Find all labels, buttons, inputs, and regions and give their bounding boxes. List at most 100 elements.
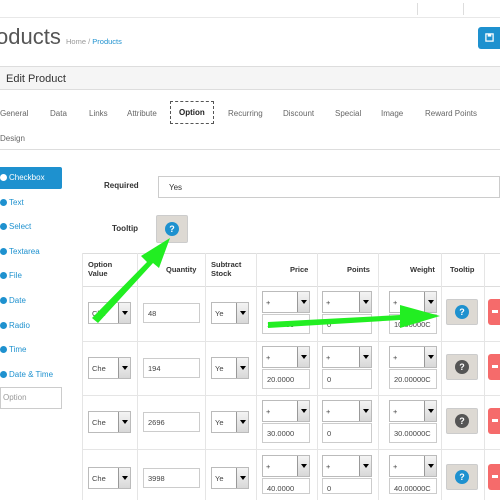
required-label: Required	[104, 181, 139, 190]
option-value-select[interactable]: Che	[88, 411, 131, 433]
row-divider	[82, 341, 500, 342]
minus-circle-icon[interactable]	[0, 322, 7, 329]
option-tab-select[interactable]: Select	[0, 216, 62, 238]
option-value-text: Che	[92, 474, 106, 483]
weight-input[interactable]: 20.00000C	[389, 369, 437, 389]
quantity-input[interactable]: 48	[143, 303, 200, 323]
header-option-value: Option Value	[88, 260, 113, 278]
tab-attribute[interactable]: Attribute	[127, 109, 157, 118]
tab-image[interactable]: Image	[381, 109, 403, 118]
question-circle-icon: ?	[455, 360, 469, 374]
points-input[interactable]: 0	[322, 369, 372, 389]
points-prefix-select[interactable]: +	[322, 346, 372, 368]
points-prefix-select[interactable]: +	[322, 455, 372, 477]
table-border	[317, 253, 318, 500]
header-quantity: Quantity	[166, 265, 197, 274]
tooltip-button[interactable]: ?	[156, 215, 188, 243]
tab-discount[interactable]: Discount	[283, 109, 314, 118]
price-input[interactable]: 40.0000	[262, 478, 310, 494]
required-select[interactable]: Yes	[158, 176, 500, 198]
price-input[interactable]: 30.0000	[262, 423, 310, 443]
tooltip-button[interactable]: ?	[446, 408, 478, 434]
option-autocomplete-input[interactable]: Option	[0, 387, 62, 409]
option-value-select[interactable]: Che	[88, 467, 131, 489]
quantity-input[interactable]: 2696	[143, 412, 200, 432]
subtract-select[interactable]: Ye	[211, 411, 249, 433]
tooltip-button[interactable]: ?	[446, 354, 478, 380]
weight-input[interactable]: 10.00000C	[389, 314, 437, 334]
option-tab-label: Date	[9, 296, 26, 305]
weight-prefix-text: +	[393, 298, 398, 307]
weight-prefix-select[interactable]: +	[389, 455, 437, 477]
tab-links[interactable]: Links	[89, 109, 108, 118]
option-tab-date[interactable]: Date	[0, 290, 62, 312]
points-prefix-text: +	[326, 298, 331, 307]
weight-prefix-select[interactable]: +	[389, 346, 437, 368]
quantity-input[interactable]: 194	[143, 358, 200, 378]
header-price: Price	[290, 265, 309, 274]
minus-circle-icon[interactable]	[0, 223, 7, 230]
option-value-select[interactable]: Che	[88, 302, 131, 324]
tab-special[interactable]: Special	[335, 109, 361, 118]
remove-button[interactable]	[488, 299, 500, 325]
option-tab-textarea[interactable]: Textarea	[0, 241, 62, 263]
option-tab-time[interactable]: Time	[0, 339, 62, 361]
option-tab-file[interactable]: File	[0, 265, 62, 287]
chevron-down-icon	[118, 412, 130, 432]
price-input[interactable]: 20.0000	[262, 369, 310, 389]
minus-circle-icon[interactable]	[0, 248, 7, 255]
minus-circle-icon[interactable]	[0, 272, 7, 279]
save-button[interactable]	[478, 27, 500, 49]
minus-circle-icon[interactable]	[0, 297, 7, 304]
price-prefix-select[interactable]: +	[262, 455, 310, 477]
price-prefix-select[interactable]: +	[262, 346, 310, 368]
minus-circle-icon[interactable]	[0, 174, 7, 181]
chevron-down-icon	[359, 401, 371, 421]
points-input[interactable]: 0	[322, 314, 372, 334]
option-tab-label: Radio	[9, 321, 30, 330]
points-input[interactable]: 0	[322, 478, 372, 494]
subtract-select[interactable]: Ye	[211, 467, 249, 489]
tab-general[interactable]: General	[0, 109, 28, 118]
breadcrumb-home[interactable]: Home	[66, 37, 86, 46]
option-value-select[interactable]: Che	[88, 357, 131, 379]
tab-option[interactable]: Option	[170, 101, 214, 124]
subtract-text: Ye	[215, 474, 224, 483]
weight-prefix-select[interactable]: +	[389, 400, 437, 422]
minus-circle-icon[interactable]	[0, 346, 7, 353]
points-prefix-select[interactable]: +	[322, 291, 372, 313]
remove-button[interactable]	[488, 408, 500, 434]
option-tab-date-time[interactable]: Date & Time	[0, 364, 62, 386]
price-prefix-select[interactable]: +	[262, 291, 310, 313]
option-tab-label: Time	[9, 345, 27, 354]
tooltip-label: Tooltip	[112, 224, 139, 233]
quantity-input[interactable]: 3998	[143, 468, 200, 488]
chevron-down-icon	[359, 292, 371, 312]
tooltip-button[interactable]: ?	[446, 299, 478, 325]
tooltip-button[interactable]: ?	[446, 464, 478, 490]
weight-prefix-select[interactable]: +	[389, 291, 437, 313]
tab-data[interactable]: Data	[50, 109, 67, 118]
tab-reward-points[interactable]: Reward Points	[425, 109, 477, 118]
points-prefix-select[interactable]: +	[322, 400, 372, 422]
option-tab-text[interactable]: Text	[0, 192, 62, 214]
tab-design[interactable]: Design	[0, 134, 25, 143]
points-input[interactable]: 0	[322, 423, 372, 443]
option-tab-radio[interactable]: Radio	[0, 315, 62, 337]
subtract-select[interactable]: Ye	[211, 302, 249, 324]
subtract-select[interactable]: Ye	[211, 357, 249, 379]
minus-circle-icon[interactable]	[0, 371, 7, 378]
tab-recurring[interactable]: Recurring	[228, 109, 263, 118]
option-tab-checkbox[interactable]: Checkbox	[0, 167, 62, 189]
breadcrumb-products[interactable]: Products	[92, 37, 122, 46]
remove-button[interactable]	[488, 354, 500, 380]
minus-circle-icon[interactable]	[0, 199, 7, 206]
weight-input[interactable]: 30.00000C	[389, 423, 437, 443]
remove-button[interactable]	[488, 464, 500, 490]
chevron-down-icon	[424, 292, 436, 312]
price-prefix-select[interactable]: +	[262, 400, 310, 422]
price-input[interactable]: 10.0000	[262, 314, 310, 334]
chevron-down-icon	[236, 358, 248, 378]
chevron-down-icon	[424, 401, 436, 421]
weight-input[interactable]: 40.00000C	[389, 478, 437, 494]
